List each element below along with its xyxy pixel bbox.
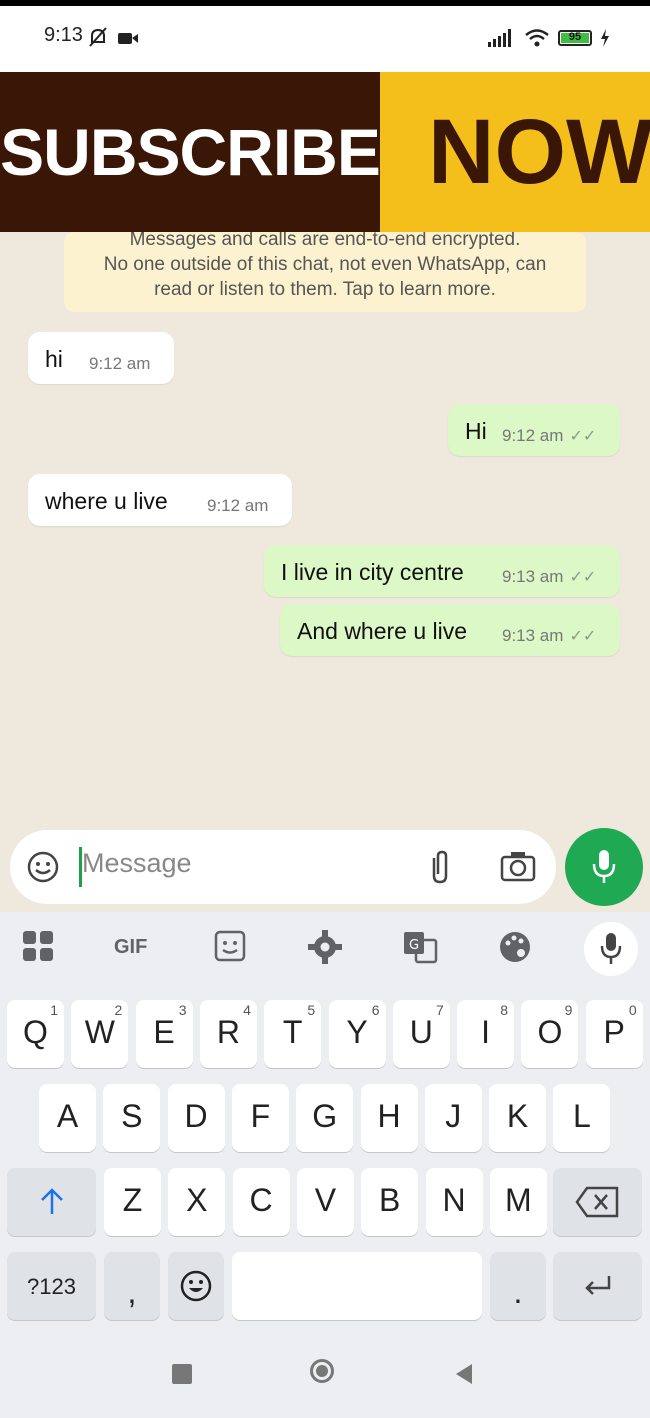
- translate-icon[interactable]: G: [402, 930, 438, 964]
- subscribe-banner[interactable]: SUBSCRIBE NOW: [0, 72, 650, 232]
- mic-icon: [592, 850, 616, 883]
- key-t[interactable]: 5T: [264, 1000, 322, 1068]
- key-f[interactable]: F: [231, 1084, 289, 1152]
- shift-key[interactable]: [7, 1168, 96, 1236]
- comma-key[interactable]: ,: [104, 1252, 160, 1320]
- back-button[interactable]: [454, 1362, 474, 1386]
- message-time: 9:13 am: [502, 626, 564, 645]
- message-text: And where u live: [297, 618, 468, 644]
- key-b[interactable]: B: [361, 1168, 419, 1236]
- status-right-icons: 95: [488, 28, 610, 48]
- emoji-key[interactable]: [168, 1252, 224, 1320]
- key-o[interactable]: 9O: [521, 1000, 579, 1068]
- key-w[interactable]: 2W: [71, 1000, 129, 1068]
- banner-subscribe-text: SUBSCRIBE: [0, 72, 381, 232]
- charging-icon: [601, 29, 609, 47]
- encryption-line-2: No one outside of this chat, not even Wh…: [103, 254, 547, 275]
- settings-icon[interactable]: [308, 930, 342, 964]
- message-time: 9:12 am: [207, 496, 269, 515]
- key-r[interactable]: 4R: [199, 1000, 257, 1068]
- mic-icon: [600, 933, 622, 964]
- key-j[interactable]: J: [424, 1084, 482, 1152]
- key-u[interactable]: 7U: [392, 1000, 450, 1068]
- home-button[interactable]: [310, 1359, 334, 1383]
- message-text: where u live: [45, 488, 168, 514]
- message-input[interactable]: Message: [82, 848, 192, 879]
- svg-text:G: G: [409, 938, 419, 953]
- key-i[interactable]: 8I: [457, 1000, 515, 1068]
- apps-icon[interactable]: [22, 930, 56, 964]
- enter-icon: [585, 1276, 611, 1295]
- message-outgoing[interactable]: I live in city centre 9:13 am ✓✓: [264, 545, 620, 597]
- key-d[interactable]: D: [167, 1084, 225, 1152]
- read-ticks-icon: ✓✓: [569, 428, 597, 445]
- status-bar: 9:13 95: [0, 0, 650, 72]
- voice-input-button[interactable]: [584, 922, 638, 976]
- message-time: 9:13 am: [502, 567, 564, 586]
- wifi-icon: [525, 29, 549, 47]
- gif-button[interactable]: GIF: [114, 936, 147, 959]
- sticker-icon[interactable]: [214, 930, 246, 962]
- video-icon: [118, 33, 132, 44]
- enter-key[interactable]: [553, 1252, 642, 1320]
- status-left-icons: [88, 26, 144, 55]
- symbols-key[interactable]: ?123: [7, 1252, 96, 1320]
- encryption-notice[interactable]: Messages and calls are end-to-end encryp…: [64, 232, 586, 312]
- message-time: 9:12 am: [502, 426, 564, 445]
- read-ticks-icon: ✓✓: [569, 569, 597, 586]
- key-e[interactable]: 3E: [135, 1000, 193, 1068]
- key-p[interactable]: 0P: [585, 1000, 643, 1068]
- message-text: Hi: [465, 418, 487, 444]
- recents-button[interactable]: [172, 1364, 192, 1384]
- signal-icon: [488, 29, 511, 47]
- message-time: 9:12 am: [89, 354, 151, 373]
- key-z[interactable]: Z: [104, 1168, 161, 1236]
- system-nav-bar: [0, 1335, 650, 1418]
- palette-icon[interactable]: [498, 930, 532, 964]
- banner-now-text: NOW: [380, 72, 650, 232]
- read-ticks-icon: ✓✓: [569, 628, 597, 645]
- key-s[interactable]: S: [103, 1084, 161, 1152]
- key-q[interactable]: 1Q: [7, 1000, 64, 1068]
- attach-icon[interactable]: [428, 848, 452, 886]
- key-a[interactable]: A: [39, 1084, 96, 1152]
- emoji-icon: [180, 1270, 212, 1302]
- key-l[interactable]: L: [553, 1084, 611, 1152]
- voice-record-button[interactable]: [565, 828, 643, 906]
- key-m[interactable]: M: [489, 1168, 547, 1236]
- battery-icon: 95: [558, 30, 592, 46]
- key-h[interactable]: H: [360, 1084, 418, 1152]
- shift-arrow-icon: [41, 1188, 63, 1214]
- message-composer[interactable]: Message: [10, 830, 556, 904]
- camera-icon[interactable]: [500, 850, 536, 882]
- message-incoming[interactable]: where u live 9:12 am: [28, 474, 292, 526]
- key-v[interactable]: V: [296, 1168, 354, 1236]
- message-text: hi: [45, 346, 63, 372]
- key-c[interactable]: C: [232, 1168, 290, 1236]
- encryption-line-1: Messages and calls are end-to-end encryp…: [129, 232, 521, 250]
- message-incoming[interactable]: hi 9:12 am: [28, 332, 174, 384]
- emoji-sticker-icon[interactable]: [26, 850, 60, 884]
- encryption-line-3: read or listen to them. Tap to learn mor…: [154, 279, 496, 300]
- chat-area[interactable]: Messages and calls are end-to-end encryp…: [0, 232, 650, 912]
- backspace-key[interactable]: [553, 1168, 642, 1236]
- notification-icons: [89, 27, 138, 47]
- message-text: I live in city centre: [281, 559, 464, 585]
- key-y[interactable]: 6Y: [328, 1000, 386, 1068]
- key-n[interactable]: N: [425, 1168, 483, 1236]
- space-key[interactable]: [232, 1252, 482, 1320]
- key-g[interactable]: G: [296, 1084, 354, 1152]
- message-outgoing[interactable]: Hi 9:12 am ✓✓: [448, 404, 620, 456]
- status-time: 9:13: [44, 24, 83, 46]
- period-key[interactable]: .: [490, 1252, 546, 1320]
- key-k[interactable]: K: [489, 1084, 547, 1152]
- key-x[interactable]: X: [168, 1168, 226, 1236]
- backspace-icon: [575, 1186, 619, 1218]
- message-outgoing[interactable]: And where u live 9:13 am ✓✓: [280, 604, 620, 656]
